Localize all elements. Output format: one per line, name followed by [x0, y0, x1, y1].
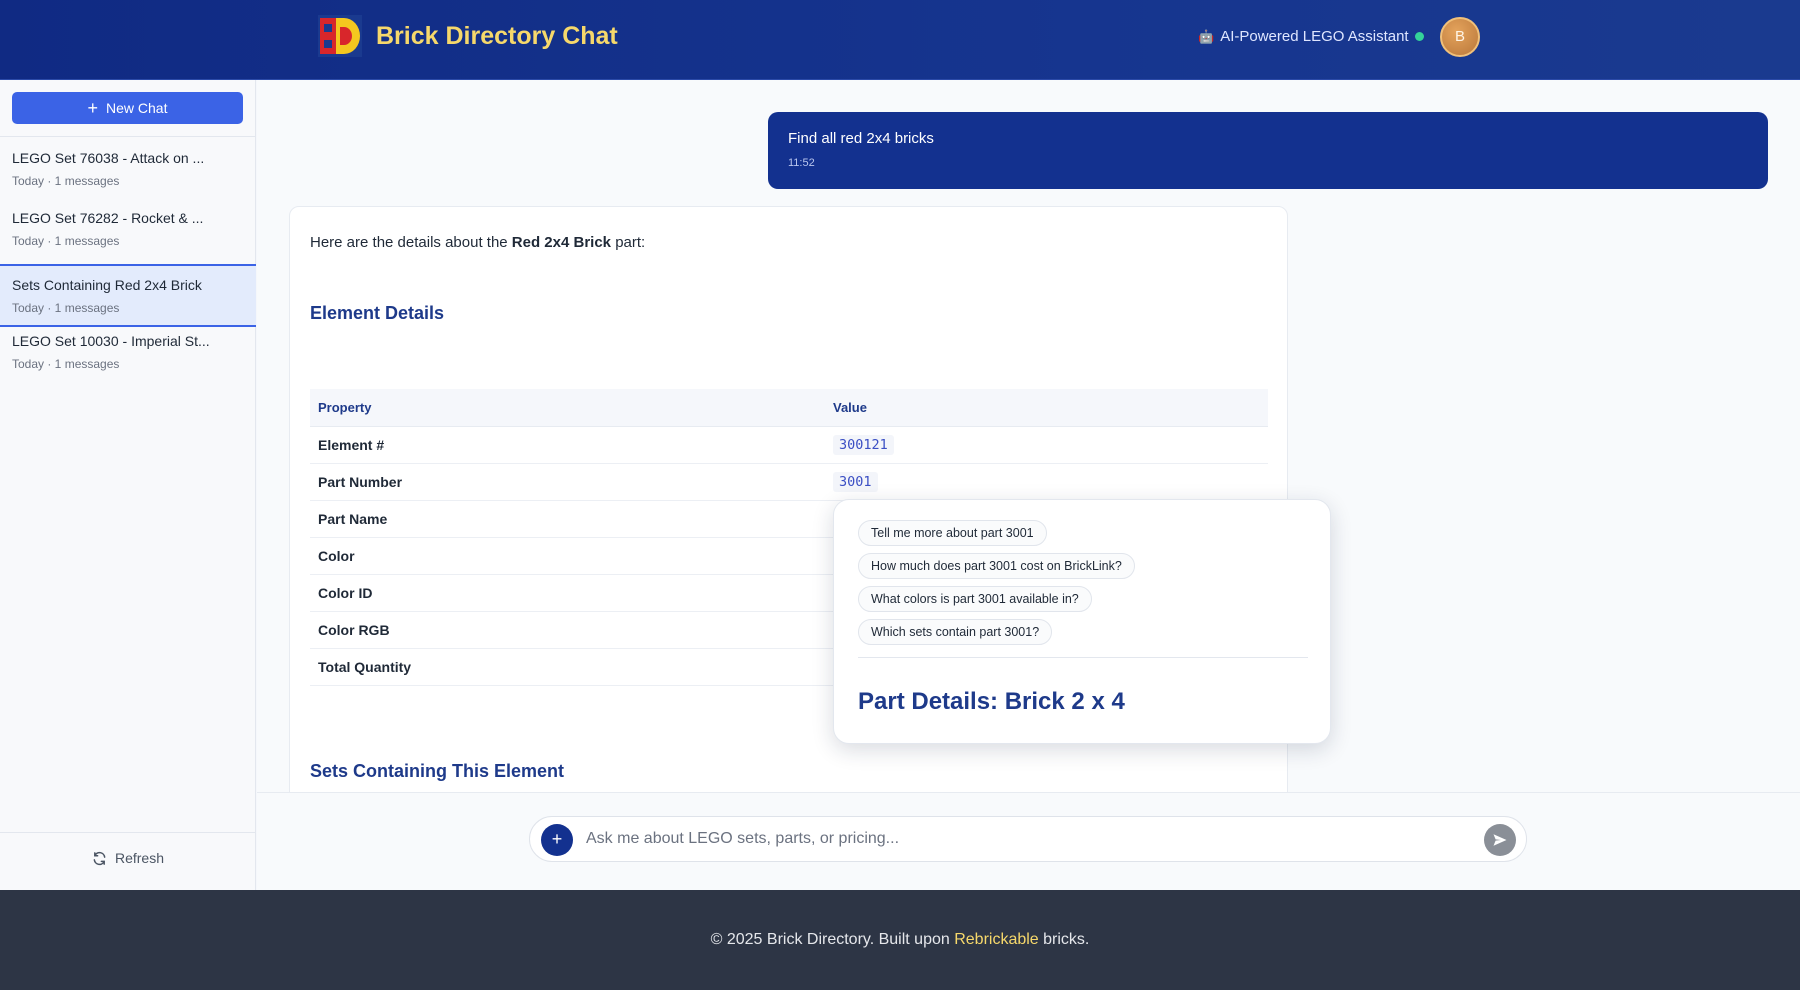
- send-icon: [1493, 834, 1507, 846]
- suggestion-chip[interactable]: Tell me more about part 3001: [858, 520, 1047, 546]
- send-button[interactable]: [1484, 824, 1516, 856]
- property-cell: Color: [310, 537, 833, 575]
- property-cell: Part Number: [310, 463, 833, 501]
- chat-item-title: LEGO Set 10030 - Imperial St...: [12, 333, 210, 349]
- suggestion-chip[interactable]: How much does part 3001 cost on BrickLin…: [858, 553, 1135, 579]
- property-cell: Color RGB: [310, 611, 833, 649]
- input-area: +: [257, 792, 1800, 890]
- chat-input-box: +: [529, 816, 1527, 862]
- chat-item-title: LEGO Set 76282 - Rocket & ...: [12, 210, 204, 226]
- app-title: Brick Directory Chat: [376, 22, 618, 50]
- popover-divider: [858, 657, 1308, 658]
- intro-bold: Red 2x4 Brick: [511, 234, 612, 251]
- assistant-intro: Here are the details about the Red 2x4 B…: [310, 234, 645, 251]
- user-avatar[interactable]: B: [1440, 17, 1480, 57]
- sidebar-chat-item[interactable]: LEGO Set 76282 - Rocket & ... Today · 1 …: [0, 197, 256, 257]
- assistant-label: 🤖 AI-Powered LEGO Assistant: [1198, 28, 1409, 45]
- chat-item-title: LEGO Set 76038 - Attack on ...: [12, 150, 205, 166]
- part-details-heading: Part Details: Brick 2 x 4: [858, 688, 1125, 715]
- app-header: Brick Directory Chat 🤖 AI-Powered LEGO A…: [0, 0, 1800, 80]
- sidebar: + New Chat LEGO Set 76038 - Attack on ..…: [0, 80, 256, 890]
- footer-prefix: © 2025 Brick Directory. Built upon: [710, 931, 955, 948]
- chat-item-meta: Today · 1 messages: [12, 234, 120, 248]
- property-cell: Total Quantity: [310, 648, 833, 686]
- part-number-code: 3001: [833, 472, 878, 492]
- user-message-text: Find all red 2x4 bricks: [788, 130, 934, 147]
- chat-item-meta: Today · 1 messages: [12, 357, 120, 371]
- column-header-value: Value: [833, 389, 1268, 427]
- property-cell: Color ID: [310, 574, 833, 612]
- sidebar-chat-item-active[interactable]: Sets Containing Red 2x4 Brick Today · 1 …: [0, 264, 256, 327]
- page-footer: © 2025 Brick Directory. Built upon Rebri…: [0, 890, 1800, 990]
- sidebar-bottom-divider: [0, 832, 256, 833]
- user-message-time: 11:52: [788, 157, 815, 169]
- chat-item-meta: Today · 1 messages: [12, 301, 120, 315]
- sidebar-chat-item[interactable]: LEGO Set 10030 - Imperial St... Today · …: [0, 320, 256, 380]
- plus-icon: +: [87, 98, 99, 118]
- table-header-row: Property Value: [310, 389, 1268, 427]
- table-row: Part Number 3001: [310, 463, 1268, 501]
- refresh-label: Refresh: [114, 850, 165, 866]
- value-cell: 3001: [833, 463, 1268, 501]
- value-cell: 300121: [833, 426, 1268, 464]
- chat-main: Find all red 2x4 bricks 11:52 Here are t…: [257, 80, 1800, 890]
- user-message-bubble: Find all red 2x4 bricks 11:52: [768, 112, 1768, 189]
- chat-input[interactable]: [586, 817, 1466, 861]
- suggestion-chip[interactable]: What colors is part 3001 available in?: [858, 586, 1092, 612]
- intro-prefix: Here are the details about the: [310, 234, 512, 251]
- property-cell: Element #: [310, 426, 833, 464]
- footer-suffix: bricks.: [1038, 931, 1090, 948]
- sets-containing-heading: Sets Containing This Element: [310, 761, 565, 781]
- table-row: Element # 300121: [310, 426, 1268, 464]
- robot-icon: 🤖: [1198, 28, 1215, 44]
- new-chat-label: New Chat: [106, 100, 168, 116]
- brick-directory-logo-icon: [318, 15, 362, 57]
- sidebar-chat-item[interactable]: LEGO Set 76038 - Attack on ... Today · 1…: [0, 137, 256, 197]
- refresh-icon: [93, 851, 106, 865]
- property-cell: Part Name: [310, 500, 833, 538]
- suggestion-chip[interactable]: Which sets contain part 3001?: [858, 619, 1053, 645]
- rebrickable-link[interactable]: Rebrickable: [954, 931, 1038, 948]
- assistant-label-text: AI-Powered LEGO Assistant: [1220, 28, 1409, 45]
- add-attachment-button[interactable]: +: [541, 824, 573, 856]
- chat-item-title: Sets Containing Red 2x4 Brick: [12, 277, 202, 293]
- refresh-button[interactable]: Refresh: [0, 850, 256, 866]
- column-header-property: Property: [310, 389, 833, 427]
- intro-suffix: part:: [611, 234, 646, 251]
- new-chat-button[interactable]: + New Chat: [12, 92, 243, 124]
- online-status-icon: [1415, 32, 1424, 41]
- chat-item-meta: Today · 1 messages: [12, 174, 120, 188]
- suggestions-popover: Tell me more about part 3001 How much do…: [833, 499, 1331, 744]
- element-details-heading: Element Details: [310, 303, 445, 323]
- element-number-code: 300121: [833, 435, 894, 455]
